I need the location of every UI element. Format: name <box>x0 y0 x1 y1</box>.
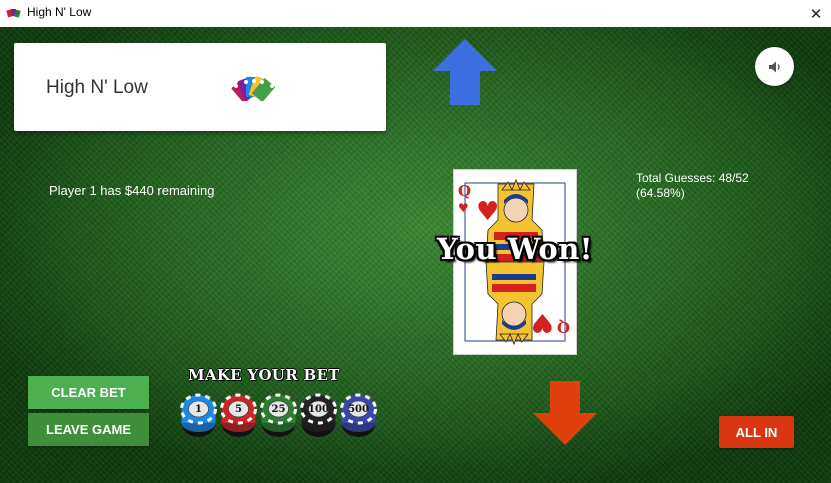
all-in-button[interactable]: ALL IN <box>719 416 794 448</box>
poker-chip-icon <box>340 393 377 437</box>
heart-pip-bottom: ♥ <box>531 307 554 337</box>
game-header-card: High N' Low <box>14 43 386 131</box>
app-cards-icon <box>6 9 21 18</box>
poker-chip-icon <box>180 393 217 437</box>
card-suit-top: ♥ <box>458 201 469 215</box>
card-rank-bottom: Q <box>557 318 570 336</box>
chip-value-label: 100 <box>308 404 329 415</box>
poker-chip-icon <box>220 393 257 437</box>
total-guesses-stat: Total Guesses: 48/52 (64.58%) <box>636 171 749 200</box>
chip-value-label: 500 <box>348 404 369 415</box>
bet-chip-5[interactable]: 5 <box>220 393 257 439</box>
close-window-button[interactable]: ✕ <box>801 0 831 27</box>
guess-higher-arrow-icon[interactable] <box>431 37 499 107</box>
game-table: High N' Low Player 1 has $440 remaining … <box>0 27 831 483</box>
game-title: High N' Low <box>46 77 148 98</box>
window-title-bar: High N' Low ✕ <box>0 0 831 27</box>
leave-game-button[interactable]: LEAVE GAME <box>28 413 149 446</box>
playing-cards-fan-icon <box>231 76 275 101</box>
make-your-bet-heading: MAKE YOUR BET <box>188 366 340 384</box>
bet-chip-500[interactable]: 500 <box>340 393 377 439</box>
chip-value-label: 25 <box>271 404 286 415</box>
round-result-message: You Won! <box>436 232 594 266</box>
poker-chip-icon <box>260 393 297 437</box>
bet-chip-tray: 1 5 25 100 500 <box>180 393 380 443</box>
chip-value-label: 5 <box>235 404 242 415</box>
chip-value-label: 1 <box>195 404 202 415</box>
poker-chip-icon <box>300 393 337 437</box>
clear-bet-button[interactable]: CLEAR BET <box>28 376 149 409</box>
bet-chip-25[interactable]: 25 <box>260 393 297 439</box>
bet-chip-1[interactable]: 1 <box>180 393 217 439</box>
guess-lower-arrow-icon[interactable] <box>531 379 599 447</box>
sound-toggle-button[interactable] <box>755 47 794 86</box>
player-balance-status: Player 1 has $440 remaining <box>49 183 215 198</box>
bet-chip-100[interactable]: 100 <box>300 393 337 439</box>
card-rank-top: Q <box>458 182 471 200</box>
close-icon: ✕ <box>809 5 823 23</box>
speaker-icon <box>768 61 780 72</box>
window-title: High N' Low <box>27 5 92 19</box>
